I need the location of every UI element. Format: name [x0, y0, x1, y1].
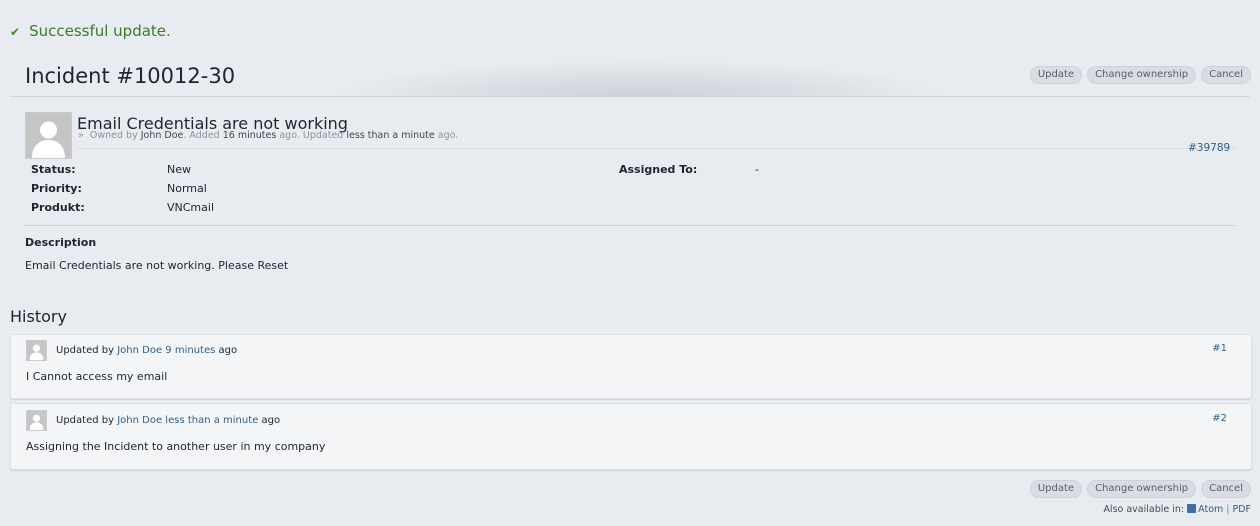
journal-entry: Updated by John Doe 9 minutes ago #1 I C… [10, 334, 1252, 399]
issue-meta: » Owned by John Doe. Added 16 minutes ag… [78, 130, 458, 141]
priority-value: Normal [167, 182, 207, 195]
updated-ago-link[interactable]: less than a minute [346, 130, 434, 141]
top-action-bar: Update Change ownership Cancel [1029, 66, 1251, 84]
updated-by-label: Updated by [56, 415, 115, 426]
avatar [26, 410, 47, 431]
update-button[interactable]: Update [1029, 66, 1083, 84]
assigned-to-label: Assigned To: [619, 163, 698, 176]
cancel-button[interactable]: Cancel [1201, 480, 1251, 498]
cancel-button[interactable]: Cancel [1201, 66, 1251, 84]
description-text: Email Credentials are not working. Pleas… [25, 259, 289, 272]
journal-author-link[interactable]: John Doe [117, 415, 162, 426]
update-button[interactable]: Update [1029, 480, 1083, 498]
flash-notice: ✔ Successful update. [10, 22, 171, 40]
description-divider [25, 225, 1236, 226]
user-silhouette-icon [27, 341, 46, 360]
product-value: VNCmail [167, 201, 215, 214]
title-shadow [330, 60, 950, 96]
history-title: History [10, 307, 67, 326]
meta-divider [78, 148, 1236, 149]
status-value: New [167, 163, 191, 176]
owned-by-label: Owned by [89, 130, 138, 141]
title-divider [10, 96, 1250, 97]
meta-bullet: » [78, 130, 87, 141]
description-label: Description [25, 236, 97, 249]
journal-time-link[interactable]: 9 minutes [165, 345, 215, 356]
user-silhouette-icon [26, 113, 71, 158]
ago-label: ago [218, 345, 238, 356]
avatar [26, 340, 47, 361]
journal-note: I Cannot access my email [26, 370, 168, 383]
journal-header: Updated by John Doe 9 minutes ago [56, 345, 237, 356]
atom-link[interactable]: Atom [1198, 504, 1223, 515]
other-formats: Also available in: Atom | PDF [1103, 504, 1251, 515]
bottom-action-bar: Update Change ownership Cancel [1029, 480, 1251, 498]
journal-entry: Updated by John Doe less than a minute a… [10, 403, 1252, 470]
product-label: Produkt: [31, 201, 85, 214]
updated-label: ago. Updated [279, 130, 344, 141]
priority-label: Priority: [31, 182, 82, 195]
change-ownership-button[interactable]: Change ownership [1087, 66, 1197, 84]
journal-time-link[interactable]: less than a minute [165, 415, 258, 426]
format-separator: | [1226, 504, 1230, 515]
meta-suffix: ago. [437, 130, 459, 141]
assigned-to-value: - [755, 163, 759, 176]
issue-number-link[interactable]: #39789 [1188, 142, 1230, 154]
status-label: Status: [31, 163, 76, 176]
user-silhouette-icon [27, 411, 46, 430]
also-available-label: Also available in: [1103, 504, 1185, 515]
journal-note: Assigning the Incident to another user i… [26, 440, 326, 453]
flash-message: Successful update. [29, 22, 171, 40]
journal-author-link[interactable]: John Doe [117, 345, 162, 356]
pdf-link[interactable]: PDF [1232, 504, 1251, 515]
added-ago-link[interactable]: 16 minutes [223, 130, 277, 141]
journal-number-link[interactable]: #2 [1212, 413, 1227, 424]
ago-label: ago [261, 415, 281, 426]
checkmark-icon: ✔ [10, 25, 21, 39]
feed-icon [1187, 504, 1197, 513]
journal-header: Updated by John Doe less than a minute a… [56, 415, 280, 426]
added-label: . Added [183, 130, 220, 141]
journal-number-link[interactable]: #1 [1212, 343, 1227, 354]
updated-by-label: Updated by [56, 345, 115, 356]
change-ownership-button[interactable]: Change ownership [1087, 480, 1197, 498]
owner-link[interactable]: John Doe [141, 130, 184, 141]
avatar [25, 112, 72, 159]
page-title: Incident #10012-30 [25, 64, 236, 88]
